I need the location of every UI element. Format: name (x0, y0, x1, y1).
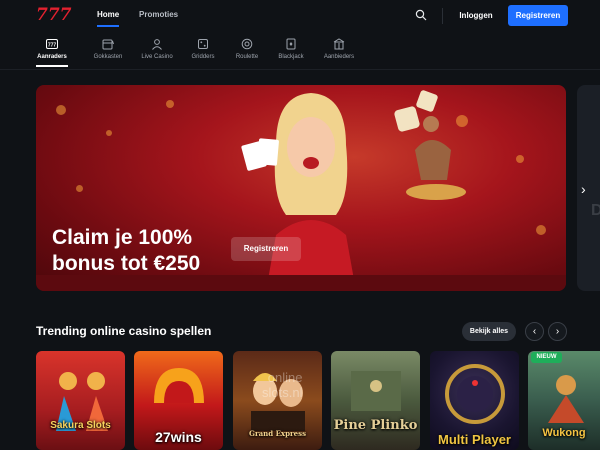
game-title: Grand Express (248, 429, 307, 438)
category-label: Blackjack (278, 54, 304, 60)
category-bar: 777 Aanraders Gokkasten Live Casino Grid… (0, 36, 600, 68)
game-title: Pine Plinko (333, 418, 418, 433)
bokeh-light (166, 100, 174, 108)
game-title: Multi Player (438, 432, 511, 447)
chevron-left-icon: ‹ (532, 326, 537, 337)
watermark-line-2: slots.nl (262, 385, 303, 400)
category-divider (0, 69, 600, 70)
category-aanbieders[interactable]: Aanbieders (318, 36, 360, 68)
slot-machine-icon (102, 39, 114, 50)
game-tile[interactable]: Grand Express (233, 351, 322, 450)
bokeh-light (106, 130, 112, 136)
category-blackjack[interactable]: Blackjack (274, 36, 308, 68)
category-label: Aanraders (37, 54, 67, 60)
card-icon (286, 38, 296, 50)
banner-register-button[interactable]: Registreren (231, 237, 301, 261)
game-title: Sakura Slots (50, 420, 111, 431)
game-tile[interactable]: 27wins (134, 351, 223, 450)
banner-floor (36, 275, 566, 291)
watermark: online slots.nl (262, 370, 302, 400)
category-label: Roulette (235, 54, 259, 60)
category-label: Aanbieders (323, 54, 355, 60)
game-tile[interactable]: Wukong (528, 351, 600, 450)
dice-icon (198, 39, 208, 49)
headline-line-2: bonus tot €250 (52, 252, 201, 275)
statue-illustration (406, 116, 466, 200)
roulette-icon (241, 38, 253, 50)
category-live-casino[interactable]: Live Casino (136, 36, 178, 68)
dealer-icon (152, 39, 162, 50)
watermark-line-1: online (267, 370, 303, 385)
game-artwork (154, 368, 204, 403)
game-title: Wukong (542, 427, 586, 439)
game-tile[interactable]: Pine Plinko (331, 351, 420, 450)
login-button[interactable]: Inloggen (452, 6, 500, 26)
top-navigation-bar: 777 Home Promoties Inloggen Registreren (0, 0, 600, 32)
category-aanraders[interactable]: 777 Aanraders (34, 36, 70, 68)
headline-line-1: Claim je 100% (52, 226, 193, 249)
game-artwork (445, 364, 505, 424)
section-title: Trending online casino spellen (36, 324, 212, 338)
category-roulette[interactable]: Roulette (230, 36, 264, 68)
next-slide-peek: D (591, 202, 600, 219)
category-gridders[interactable]: Gridders (186, 36, 220, 68)
view-all-button[interactable]: Bekijk alles (462, 322, 516, 341)
banner-headline: Claim je 100% bonus tot €250 (52, 225, 252, 277)
category-label: Gridders (191, 54, 215, 60)
chevron-right-icon: › (555, 326, 560, 337)
category-active-indicator (36, 65, 68, 67)
building-icon (333, 38, 345, 50)
carousel-prev-button[interactable]: ‹ (525, 322, 544, 341)
register-button[interactable]: Registreren (508, 5, 568, 26)
header-divider (442, 8, 443, 24)
site-logo[interactable]: 777 (36, 5, 72, 25)
banner-next-slide[interactable]: › D (577, 85, 600, 291)
game-tile[interactable]: Sakura Slots (36, 351, 125, 450)
nav-home[interactable]: Home (97, 10, 119, 19)
nav-active-indicator (97, 25, 119, 27)
carousel-next-button[interactable]: › (548, 322, 567, 341)
new-badge: NIEUW (531, 352, 562, 363)
category-label: Gokkasten (93, 54, 123, 60)
bokeh-light (536, 225, 546, 235)
bokeh-light (516, 155, 524, 163)
chevron-right-icon[interactable]: › (581, 181, 586, 197)
game-tile[interactable]: Multi Player (430, 351, 519, 450)
bokeh-light (76, 185, 83, 192)
search-icon[interactable] (415, 9, 427, 21)
bokeh-light (56, 105, 66, 115)
category-gokkasten[interactable]: Gokkasten (88, 36, 128, 68)
promo-banner[interactable]: Claim je 100% bonus tot €250 Registreren (36, 85, 566, 291)
777-tile-icon: 777 (46, 39, 58, 49)
nav-promoties[interactable]: Promoties (139, 10, 178, 19)
svg-text:777: 777 (48, 42, 57, 48)
game-artwork (351, 371, 401, 411)
game-title: 27wins (155, 429, 202, 445)
category-label: Live Casino (141, 54, 173, 60)
game-artwork (548, 375, 584, 423)
